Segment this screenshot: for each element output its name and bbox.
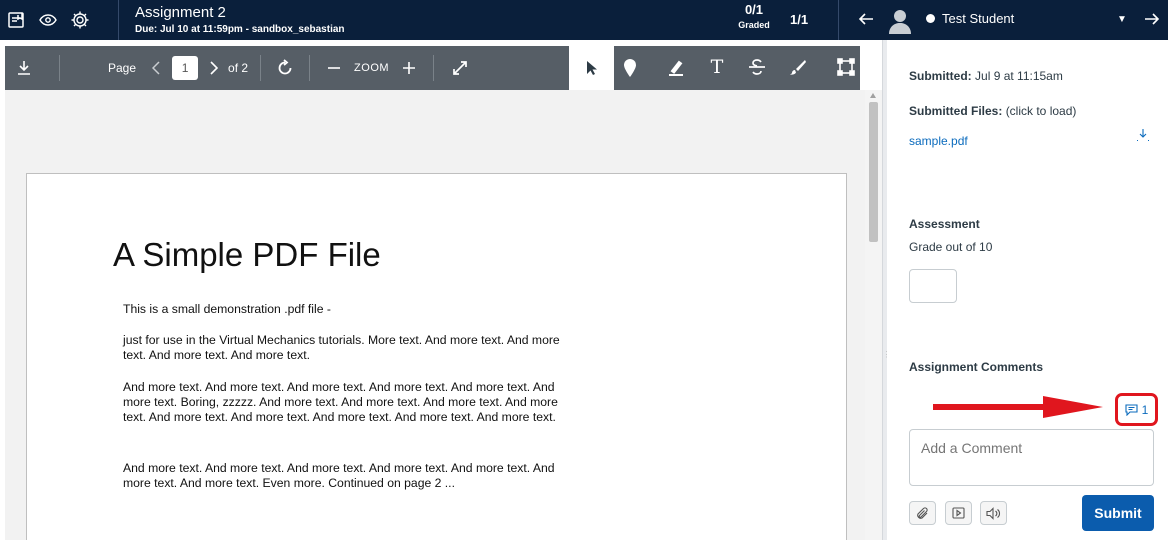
document-scrollbar[interactable] [865,90,882,540]
submitted-files-label: Submitted Files: [909,104,1003,118]
area-icon[interactable] [835,58,857,76]
rotate-icon[interactable] [275,59,295,77]
eye-icon[interactable] [38,10,58,30]
zoom-label: ZOOM [354,62,390,74]
assignment-title[interactable]: Assignment 2 [135,4,345,22]
highlight-icon[interactable] [665,60,687,76]
text-icon[interactable]: T [706,56,728,78]
page-count-label: of 2 [228,61,249,75]
arrow-left-icon[interactable] [856,9,876,29]
page-label: Page [108,61,137,75]
attach-file-button[interactable] [909,501,936,525]
submitted-info: Submitted: Jul 9 at 11:15am [909,69,1063,83]
student-selector[interactable]: Test Student [926,11,1014,26]
pdf-paragraph: This is a small demonstration .pdf file … [123,302,331,316]
download-icon[interactable] [11,60,37,76]
caret-down-icon[interactable]: ▼ [1117,14,1127,25]
submitted-files-info: Submitted Files: (click to load) [909,104,1076,118]
draw-icon[interactable] [787,59,809,75]
assignment-info: Assignment 2 Due: Jul 10 at 11:59pm - sa… [119,4,345,36]
submitted-date: Jul 9 at 11:15am [975,69,1063,83]
submitted-file-link[interactable]: sample.pdf [909,134,968,148]
scroll-up-icon[interactable] [870,93,876,98]
avatar-icon [886,6,914,34]
student-index: 1/1 [790,12,809,27]
file-download-icon[interactable] [1136,128,1150,145]
comments-heading: Assignment Comments [909,360,1044,374]
prev-page-icon[interactable] [146,61,166,75]
pin-icon[interactable] [619,58,641,78]
toolbar-divider [433,55,435,81]
media-comment-button[interactable] [945,501,972,525]
comment-input[interactable] [909,429,1154,486]
submitted-label: Submitted: [909,69,972,83]
student-name: Test Student [942,11,1015,26]
zoom-in-icon[interactable] [399,61,419,75]
scrollbar-thumb[interactable] [869,102,878,242]
toolbar-divider [260,55,262,81]
graded-label: Graded [738,20,770,30]
graded-count: 0/1 [744,2,764,17]
submitted-files-hint: (click to load) [1005,104,1077,118]
annotation-arrow [933,396,1103,418]
header-icon-group [0,10,118,30]
page-number-input[interactable] [172,56,199,80]
pdf-paragraph: just for use in the Virtual Mechanics tu… [123,333,560,362]
toolbar-divider [309,55,311,81]
grade-book-icon[interactable] [6,10,26,30]
gear-icon[interactable] [70,10,90,30]
toolbar-divider [59,55,60,81]
grade-out-of-label: Grade out of 10 [909,240,993,254]
zoom-out-icon[interactable] [324,61,344,75]
video-icon [952,507,965,519]
pdf-paragraph: And more text. And more text. And more t… [123,461,555,490]
grade-input[interactable] [909,269,957,303]
paperclip-icon [917,506,928,519]
pdf-paragraph: And more text. And more text. And more t… [123,380,558,424]
document-toolbar: Page of 2 ZOOM [5,46,860,90]
grading-panel: Submitted: Jul 9 at 11:15am Submitted Fi… [887,40,1168,540]
pdf-page[interactable]: A Simple PDF File This is a small demons… [26,173,847,540]
comment-count: 1 [1141,402,1149,417]
header-divider [838,0,839,40]
select-pointer-icon[interactable] [569,46,614,90]
comment-count-badge[interactable]: 1 [1115,393,1158,426]
speaker-icon [986,506,1000,520]
header-bar: Assignment 2 Due: Jul 10 at 11:59pm - sa… [0,0,1168,40]
comment-icon [1125,403,1138,416]
graded-status: 0/1 Graded [736,2,772,30]
assessment-heading: Assessment [909,217,980,231]
submit-comment-button[interactable]: Submit [1082,495,1154,531]
speedgrader-window: Assignment 2 Due: Jul 10 at 11:59pm - sa… [0,0,1168,540]
pdf-title: A Simple PDF File [113,236,381,273]
arrow-right-icon[interactable] [1142,9,1162,29]
fullscreen-icon[interactable] [450,60,470,76]
strikeout-icon[interactable] [745,58,769,76]
speech-to-text-button[interactable] [980,501,1007,525]
next-page-icon[interactable] [206,61,222,75]
status-dot-icon [926,14,935,23]
due-date: Due: Jul 10 at 11:59pm - sandbox_sebasti… [135,24,345,36]
